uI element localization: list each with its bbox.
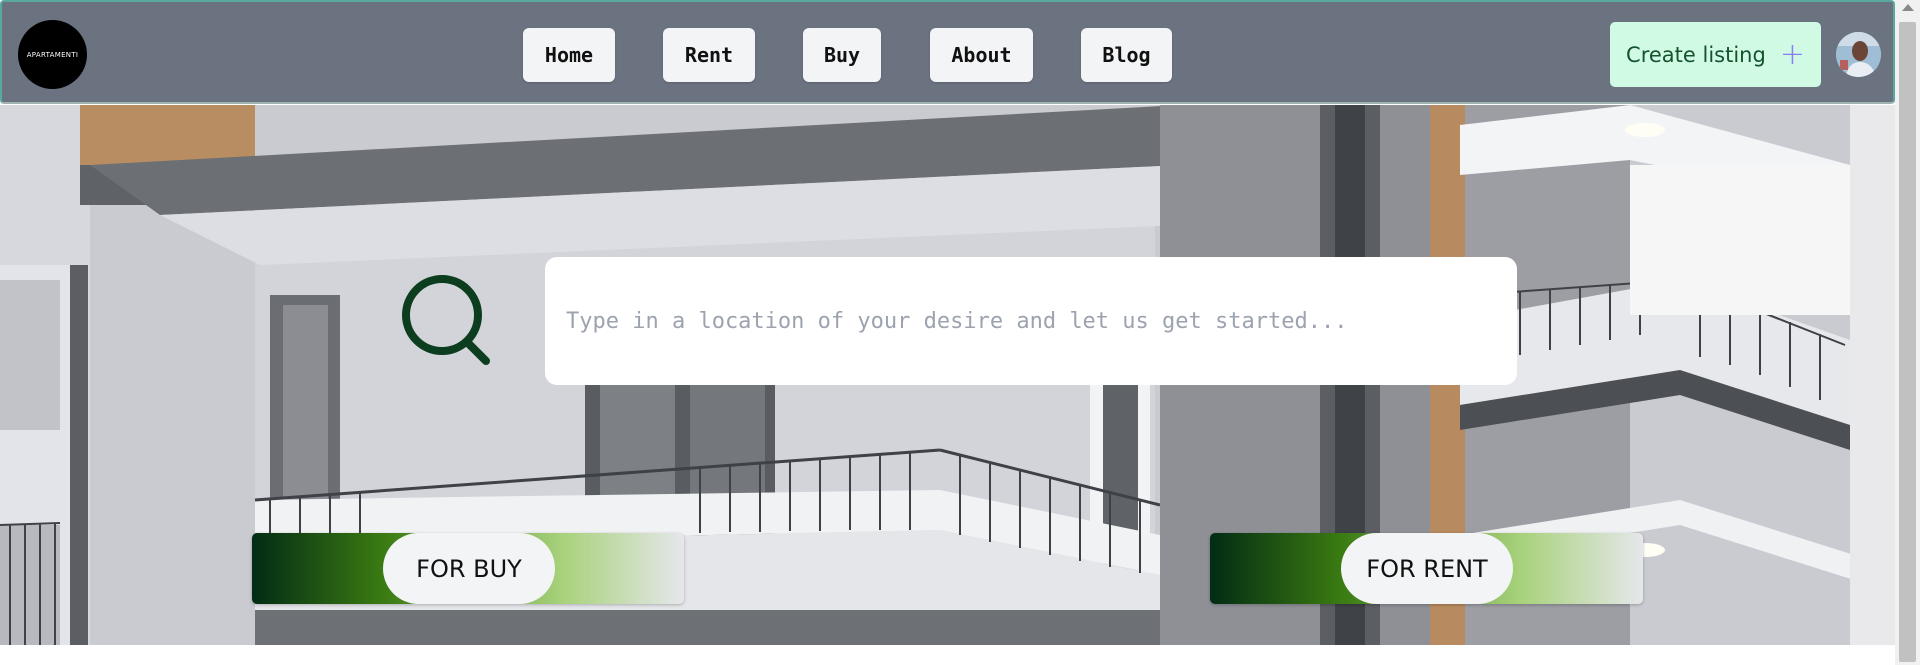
nav-rent-button[interactable]: Rent xyxy=(663,28,755,82)
scroll-up-arrow-icon[interactable] xyxy=(1902,4,1914,11)
nav-about-label: About xyxy=(951,43,1012,67)
create-listing-label: Create listing xyxy=(1626,42,1766,67)
plus-icon: + xyxy=(1779,36,1805,72)
nav-blog-label: Blog xyxy=(1102,43,1151,67)
nav-home-button[interactable]: Home xyxy=(523,28,615,82)
top-navigation-bar: APARTAMENTI Home Rent Buy About Blog Cre… xyxy=(0,0,1895,104)
hero-section: Type in a location of your desire and le… xyxy=(0,105,1895,645)
nav-buy-button[interactable]: Buy xyxy=(803,28,881,82)
logo[interactable]: APARTAMENTI xyxy=(18,20,87,89)
for-buy-button[interactable]: FOR BUY xyxy=(252,533,684,604)
nav-rent-label: Rent xyxy=(684,43,734,67)
for-rent-label: FOR RENT xyxy=(1341,533,1513,604)
for-buy-label: FOR BUY xyxy=(383,533,555,604)
search-placeholder: Type in a location of your desire and le… xyxy=(566,308,1348,334)
nav-blog-button[interactable]: Blog xyxy=(1081,28,1172,82)
nav-home-label: Home xyxy=(544,43,594,67)
location-search-input[interactable]: Type in a location of your desire and le… xyxy=(545,257,1517,385)
avatar[interactable] xyxy=(1836,32,1881,77)
scrollbar-thumb[interactable] xyxy=(1899,22,1916,662)
for-rent-button[interactable]: FOR RENT xyxy=(1210,533,1643,604)
avatar-image xyxy=(1836,32,1881,77)
logo-text: APARTAMENTI xyxy=(26,50,79,59)
create-listing-button[interactable]: Create listing + xyxy=(1610,22,1821,87)
nav-buy-label: Buy xyxy=(823,43,861,67)
nav-about-button[interactable]: About xyxy=(930,28,1033,82)
search-icon[interactable] xyxy=(396,275,492,371)
